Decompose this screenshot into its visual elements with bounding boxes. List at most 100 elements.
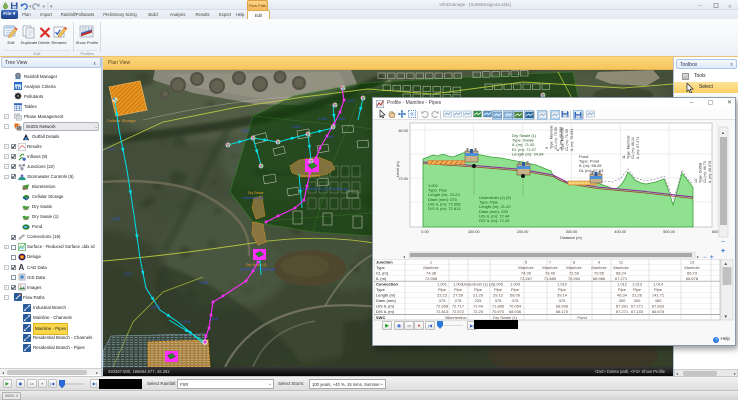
svg-text:80.00: 80.00: [398, 129, 408, 133]
svg-text:0.00: 0.00: [421, 230, 428, 234]
svg-text:72.958: 72.958: [425, 276, 438, 281]
svg-text:68.936: 68.936: [556, 304, 569, 309]
svg-text:58.06: 58.06: [510, 293, 521, 298]
svg-text:66.678: 66.678: [686, 276, 699, 281]
svg-text:300.00: 300.00: [566, 230, 578, 234]
svg-text:Manhole: Manhole: [566, 265, 582, 270]
svg-text:Manhole: Manhole: [542, 265, 558, 270]
svg-text:Pipe: Pipe: [474, 287, 483, 292]
svg-text:Manhole: Manhole: [518, 265, 534, 270]
svg-text:Pipe: Pipe: [438, 287, 447, 292]
svg-text:1.004: 1.004: [318, 117, 327, 121]
svg-text:70.970: 70.970: [492, 309, 505, 314]
svg-text:▲: ▲: [724, 261, 728, 266]
svg-text:U/S IL (m): U/S IL (m): [376, 304, 395, 309]
svg-text:21.26: 21.26: [632, 293, 643, 298]
svg-text:Pond: Pond: [577, 315, 586, 320]
svg-text:67.153: 67.153: [631, 309, 644, 314]
svg-text:Pipe: Pipe: [654, 287, 663, 292]
svg-text:72.25: 72.25: [473, 309, 484, 314]
svg-text:1.009: 1.009: [510, 282, 521, 287]
svg-text:D/S IL (m): D/S IL (m): [376, 309, 395, 314]
svg-text:68.986: 68.986: [593, 276, 606, 281]
svg-text:68.936: 68.936: [509, 309, 522, 314]
svg-text:Type: Type: [376, 287, 385, 292]
svg-text:Pipe: Pipe: [618, 287, 627, 292]
svg-text:1.001: 1.001: [437, 282, 448, 287]
svg-text:71.59: 71.59: [569, 270, 580, 275]
svg-text:72.813: 72.813: [436, 309, 449, 314]
svg-text:Pipe: Pipe: [558, 287, 567, 292]
svg-text:1.007: 1.007: [346, 99, 355, 103]
svg-text:1.014: 1.014: [653, 282, 664, 287]
svg-text:Cellular Storage: Cellular Storage: [107, 118, 136, 123]
svg-text:1.010: 1.010: [557, 282, 568, 287]
svg-text:46.34: 46.34: [617, 293, 628, 298]
svg-text:Manhole: Manhole: [423, 265, 439, 270]
svg-text:Underdrain (1) (3): Underdrain (1) (3): [462, 282, 494, 287]
svg-text:70.054: 70.054: [509, 304, 522, 309]
svg-text:66.678: 66.678: [652, 309, 665, 314]
svg-text:23.23: 23.23: [437, 293, 448, 298]
svg-text:500.00: 500.00: [663, 230, 675, 234]
svg-text:100.00: 100.00: [468, 230, 480, 234]
svg-text:1.006: 1.006: [493, 282, 504, 287]
svg-text:375: 375: [512, 298, 519, 303]
svg-text:68.170: 68.170: [556, 309, 569, 314]
svg-text:Level (m): Level (m): [396, 160, 400, 177]
svg-text:Pipe: Pipe: [494, 287, 503, 292]
svg-text:SWC: SWC: [376, 315, 385, 320]
svg-text:450: 450: [655, 298, 662, 303]
svg-text:−: −: [721, 239, 725, 246]
svg-text:Connection: Connection: [376, 282, 399, 287]
svg-text:Manhole: Manhole: [591, 265, 607, 270]
svg-text:–: –: [698, 3, 702, 9]
svg-text:1.009: 1.009: [325, 135, 334, 139]
svg-text:39.14: 39.14: [557, 293, 568, 298]
svg-text:1.016: 1.016: [111, 217, 120, 221]
svg-text:21.26: 21.26: [473, 293, 484, 298]
svg-text:71.885: 71.885: [544, 276, 557, 281]
svg-text:141.71: 141.71: [652, 293, 665, 298]
svg-text:Pipe: Pipe: [511, 287, 520, 292]
svg-text:72.717: 72.717: [452, 304, 465, 309]
svg-text:Dry Swale: Dry Swale: [248, 191, 264, 195]
svg-text:70.054: 70.054: [568, 276, 581, 281]
svg-text:375: 375: [495, 298, 502, 303]
svg-text:▲: ▲: [721, 130, 725, 135]
svg-text:Bioretention: Bioretention: [445, 315, 466, 320]
svg-text:Pipe: Pipe: [454, 287, 463, 292]
svg-text:1.019: 1.019: [181, 320, 190, 324]
svg-text:Diam (mm): Diam (mm): [376, 298, 396, 303]
svg-text:200.00: 200.00: [517, 230, 529, 234]
svg-text:74.38: 74.38: [426, 270, 437, 275]
svg-text:66.73: 66.73: [687, 270, 698, 275]
svg-text:Underdrain (1): Underdrain (1): [242, 196, 264, 200]
svg-text:Pipe: Pipe: [633, 287, 642, 292]
svg-text:72.958: 72.958: [436, 304, 449, 309]
svg-text:1.015: 1.015: [105, 147, 114, 151]
svg-text:A: A: [18, 264, 24, 272]
svg-text:1.017: 1.017: [123, 272, 132, 276]
svg-text:375: 375: [439, 298, 446, 303]
svg-text:72.572: 72.572: [452, 309, 465, 314]
svg-text:Junction: Junction: [376, 259, 393, 264]
svg-text:1.013: 1.013: [632, 282, 643, 287]
svg-text:74.30: 74.30: [521, 270, 532, 275]
svg-text:Underdrain (1) (3)Type: PipeLe: Underdrain (1) (3)Type: PipeLength (m): …: [479, 195, 511, 223]
svg-text:1.008: 1.008: [336, 117, 345, 121]
svg-text:Overflow (1) Underdrain: Overflow (1) Underdrain: [240, 268, 276, 272]
svg-text:1.012: 1.012: [617, 282, 628, 287]
svg-text:1.003: 1.003: [291, 125, 300, 129]
svg-text:Length (m): Length (m): [376, 293, 396, 298]
svg-text:278: 278: [455, 298, 462, 303]
svg-text:73.46: 73.46: [545, 270, 556, 275]
svg-text:400.00: 400.00: [614, 230, 626, 234]
svg-text:72.44: 72.44: [473, 304, 484, 309]
svg-text:72.267: 72.267: [520, 276, 533, 281]
svg-text:Distance (m): Distance (m): [560, 236, 582, 240]
svg-text:1.002: 1.002: [241, 129, 250, 133]
svg-text:70.55: 70.55: [594, 270, 605, 275]
svg-text:Manhole: Manhole: [613, 265, 629, 270]
svg-text:Manhole: Manhole: [684, 265, 700, 270]
